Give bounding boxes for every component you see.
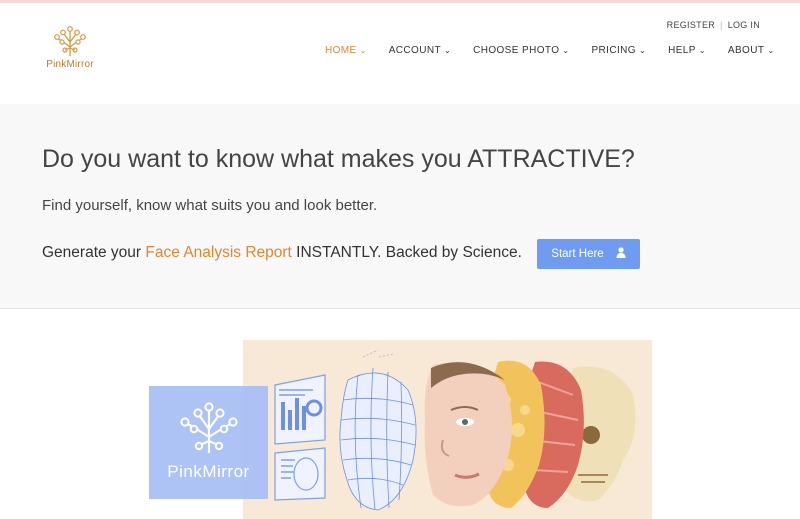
site-logo[interactable]: PinkMirror xyxy=(44,25,96,70)
nav-item-label: ABOUT xyxy=(727,45,765,56)
nav-item-choose-photo[interactable]: CHOOSE PHOTO ⌄ xyxy=(473,45,569,56)
nav-item-home[interactable]: HOME ⌄ xyxy=(325,45,367,56)
face-analysis-report-highlight: Face Analysis Report xyxy=(145,244,292,261)
hero-title: Do you want to know what makes you ATTRA… xyxy=(42,145,635,173)
chevron-down-icon: ⌄ xyxy=(562,46,570,55)
nav-item-help[interactable]: HELP ⌄ xyxy=(668,45,706,56)
generate-prefix: Generate your xyxy=(42,244,146,261)
register-link[interactable]: REGISTER xyxy=(667,20,715,30)
nav-item-label: ACCOUNT xyxy=(388,45,441,56)
nav-item-pricing[interactable]: PRICING ⌄ xyxy=(591,45,646,56)
auth-separator: | xyxy=(720,20,723,30)
brand-card-label: PinkMirror xyxy=(167,462,250,481)
user-icon xyxy=(616,247,626,261)
login-link[interactable]: LOG IN xyxy=(728,20,760,30)
start-button-label: Start Here xyxy=(551,248,604,260)
chevron-down-icon: ⌄ xyxy=(698,46,706,55)
tree-circuit-icon xyxy=(180,402,238,453)
generate-suffix: INSTANTLY. Backed by Science. xyxy=(291,244,522,261)
tree-logo-icon xyxy=(54,26,86,56)
main-nav: HOME ⌄ ACCOUNT ⌄ CHOOSE PHOTO ⌄ PRICING ⌄ HE… xyxy=(325,45,796,56)
auth-links: REGISTER | LOG IN xyxy=(667,20,760,30)
logo-text: PinkMirror xyxy=(46,59,94,70)
nav-item-label: HOME xyxy=(325,45,357,56)
nav-item-label: CHOOSE PHOTO xyxy=(473,45,560,56)
start-here-button[interactable]: Start Here xyxy=(537,239,640,269)
nav-item-label: PRICING xyxy=(591,45,636,56)
nav-item-account[interactable]: ACCOUNT ⌄ xyxy=(389,45,451,56)
dashboard-panel-icon xyxy=(274,374,326,445)
nav-item-label: HELP xyxy=(668,45,696,56)
chevron-down-icon: ⌄ xyxy=(443,46,452,55)
hero-generate-text: Generate your Face Analysis Report INSTA… xyxy=(42,244,522,262)
face-analysis-illustration xyxy=(274,349,636,511)
site-header: PinkMirror REGISTER | LOG IN HOME ⌄ ACCOUNT… xyxy=(0,3,800,104)
chevron-down-icon: ⌄ xyxy=(359,46,367,55)
face-scan-panel-icon xyxy=(274,447,326,501)
chevron-down-icon: ⌄ xyxy=(638,46,647,55)
hero-subtitle: Find yourself, know what suits you and l… xyxy=(42,197,378,214)
hero-section: Do you want to know what makes you ATTRA… xyxy=(0,104,800,309)
nav-item-about[interactable]: ABOUT ⌄ xyxy=(728,45,775,56)
chevron-down-icon: ⌄ xyxy=(767,46,775,55)
brand-card: PinkMirror xyxy=(149,386,268,499)
wireframe-head-icon xyxy=(339,349,417,511)
